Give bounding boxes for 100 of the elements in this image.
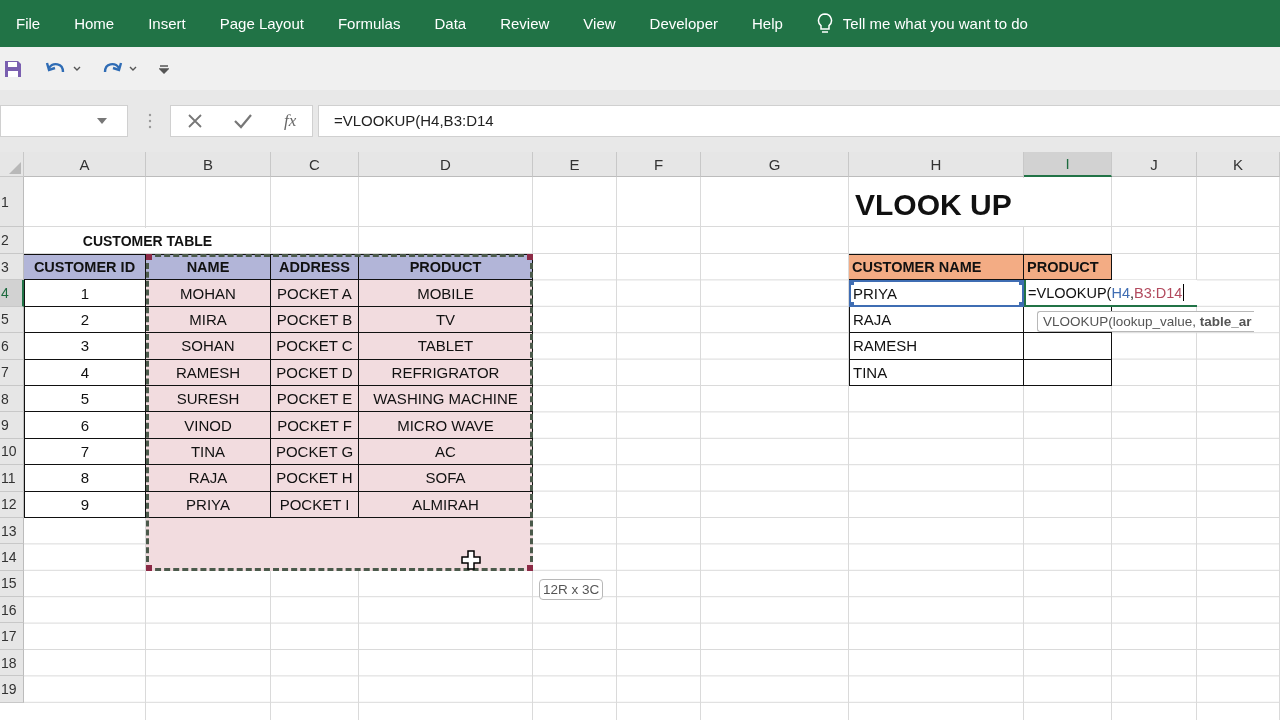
row-header[interactable]: 13 bbox=[0, 517, 24, 545]
check-icon[interactable] bbox=[234, 113, 253, 129]
table-cell: POCKET C bbox=[271, 333, 359, 360]
column-heading: ADDRESS bbox=[271, 254, 359, 281]
cancel-icon[interactable] bbox=[186, 113, 203, 129]
row-header[interactable]: 9 bbox=[0, 412, 24, 439]
ribbon-tab[interactable]: File bbox=[2, 15, 55, 32]
table-cell: 6 bbox=[24, 412, 146, 439]
column-header[interactable]: H bbox=[849, 152, 1024, 177]
row-header[interactable]: 4 bbox=[0, 280, 24, 307]
ribbon-tab[interactable]: Insert bbox=[134, 15, 200, 32]
column-header[interactable]: A bbox=[24, 152, 146, 177]
table-cell: TINA bbox=[849, 359, 1024, 386]
customize-icon[interactable] bbox=[159, 63, 169, 74]
table-cell: 3 bbox=[24, 333, 146, 360]
table-cell: POCKET F bbox=[271, 412, 359, 439]
insert-function-button[interactable]: fx bbox=[283, 111, 297, 131]
table-cell: 5 bbox=[24, 385, 146, 413]
row-header[interactable]: 7 bbox=[0, 359, 24, 386]
row-header[interactable]: 8 bbox=[0, 385, 24, 413]
formula-cell[interactable]: =VLOOKUP(H4,B3:D14 bbox=[1024, 280, 1197, 307]
table-cell: RAJA bbox=[849, 306, 1024, 334]
column-header[interactable]: I bbox=[1024, 152, 1112, 177]
caret-icon[interactable] bbox=[73, 65, 81, 72]
table-cell: 2 bbox=[24, 306, 146, 334]
table-cell: 8 bbox=[24, 465, 146, 492]
row-header[interactable]: 12 bbox=[0, 491, 24, 518]
row-header[interactable]: 14 bbox=[0, 544, 24, 571]
table-cell: SOFA bbox=[359, 465, 533, 492]
ribbon-tab[interactable]: View bbox=[569, 15, 630, 32]
ribbon-tab[interactable]: Help bbox=[737, 15, 797, 32]
table-cell: MOBILE bbox=[359, 280, 533, 307]
formula-field[interactable]: =VLOOKUP(H4,B3:D14 bbox=[318, 105, 1280, 137]
table-cell: TINA bbox=[146, 438, 271, 466]
dropdown-icon[interactable] bbox=[97, 118, 107, 124]
function-tooltip: VLOOKUP(lookup_value, table_ar bbox=[1037, 310, 1254, 332]
text-cursor bbox=[1183, 284, 1185, 302]
table-cell: POCKET G bbox=[271, 438, 359, 466]
column-header[interactable]: J bbox=[1112, 152, 1197, 177]
row-header[interactable]: 5 bbox=[0, 306, 24, 334]
table-cell: MIRA bbox=[146, 306, 271, 334]
column-heading: CUSTOMER ID bbox=[24, 254, 146, 281]
row-header[interactable]: 18 bbox=[0, 649, 24, 677]
lightbulb-icon[interactable] bbox=[816, 12, 833, 35]
ribbon-tab[interactable]: Page Layout bbox=[205, 15, 318, 32]
save-icon[interactable] bbox=[3, 58, 23, 79]
table-cell: 7 bbox=[24, 438, 146, 466]
range-tooltip: 12R x 3C bbox=[539, 578, 604, 600]
row-header[interactable]: 15 bbox=[0, 570, 24, 598]
table-cell: TABLET bbox=[359, 333, 533, 360]
row-header[interactable]: 2 bbox=[0, 227, 24, 254]
row-header[interactable]: 17 bbox=[0, 623, 24, 650]
table-cell: MICRO WAVE bbox=[359, 412, 533, 439]
table-cell: POCKET E bbox=[271, 385, 359, 413]
table-cell: VINOD bbox=[146, 412, 271, 439]
table-cell: POCKET D bbox=[271, 359, 359, 386]
ribbon-tab[interactable]: Developer bbox=[635, 15, 732, 32]
column-header[interactable]: E bbox=[533, 152, 617, 177]
ribbon-tab[interactable]: Home bbox=[60, 15, 129, 32]
table-cell: SURESH bbox=[146, 385, 271, 413]
table-cell: POCKET B bbox=[271, 306, 359, 334]
column-header[interactable]: G bbox=[701, 152, 849, 177]
move-cursor-icon bbox=[461, 550, 481, 571]
table-cell: 4 bbox=[24, 359, 146, 386]
ribbon-tab[interactable]: Data bbox=[420, 15, 481, 32]
row-header[interactable]: 6 bbox=[0, 333, 24, 360]
column-header[interactable]: F bbox=[617, 152, 701, 177]
ribbon-tab[interactable]: Review bbox=[486, 15, 564, 32]
row-header[interactable]: 3 bbox=[0, 254, 24, 281]
table-cell: WASHING MACHINE bbox=[359, 385, 533, 413]
ribbon-tab[interactable]: Formulas bbox=[323, 15, 415, 32]
row-header[interactable]: 16 bbox=[0, 597, 24, 624]
column-header[interactable]: K bbox=[1197, 152, 1280, 177]
column-header[interactable]: C bbox=[271, 152, 359, 177]
row-header[interactable]: 11 bbox=[0, 465, 24, 492]
table-cell: POCKET H bbox=[271, 465, 359, 492]
row-header[interactable]: 10 bbox=[0, 438, 24, 466]
table-cell: POCKET A bbox=[271, 280, 359, 307]
table-cell: RAMESH bbox=[146, 359, 271, 386]
row-header[interactable]: 1 bbox=[0, 177, 24, 227]
table-cell: POCKET I bbox=[271, 491, 359, 518]
table-cell: RAJA bbox=[146, 465, 271, 492]
table-cell: PRIYA bbox=[146, 491, 271, 518]
triangle-icon bbox=[9, 162, 21, 174]
column-header[interactable]: D bbox=[359, 152, 533, 177]
row-header[interactable]: 19 bbox=[0, 676, 24, 703]
table-cell: SOHAN bbox=[146, 333, 271, 360]
table-cell: 1 bbox=[24, 280, 146, 307]
table-cell: TV bbox=[359, 306, 533, 334]
column-header[interactable]: B bbox=[146, 152, 271, 177]
tell-me-search[interactable]: Tell me what you want to do bbox=[842, 15, 1028, 32]
column-heading: CUSTOMER NAME bbox=[849, 254, 1024, 281]
column-heading: PRODUCT bbox=[1024, 254, 1112, 281]
column-heading: PRODUCT bbox=[359, 254, 533, 281]
caret-icon[interactable] bbox=[129, 65, 137, 72]
table-cell: 9 bbox=[24, 491, 146, 518]
table-cell: MOHAN bbox=[146, 280, 271, 307]
drag-handle-icon[interactable] bbox=[148, 113, 152, 129]
table-cell: AC bbox=[359, 438, 533, 466]
table-cell: ALMIRAH bbox=[359, 491, 533, 518]
